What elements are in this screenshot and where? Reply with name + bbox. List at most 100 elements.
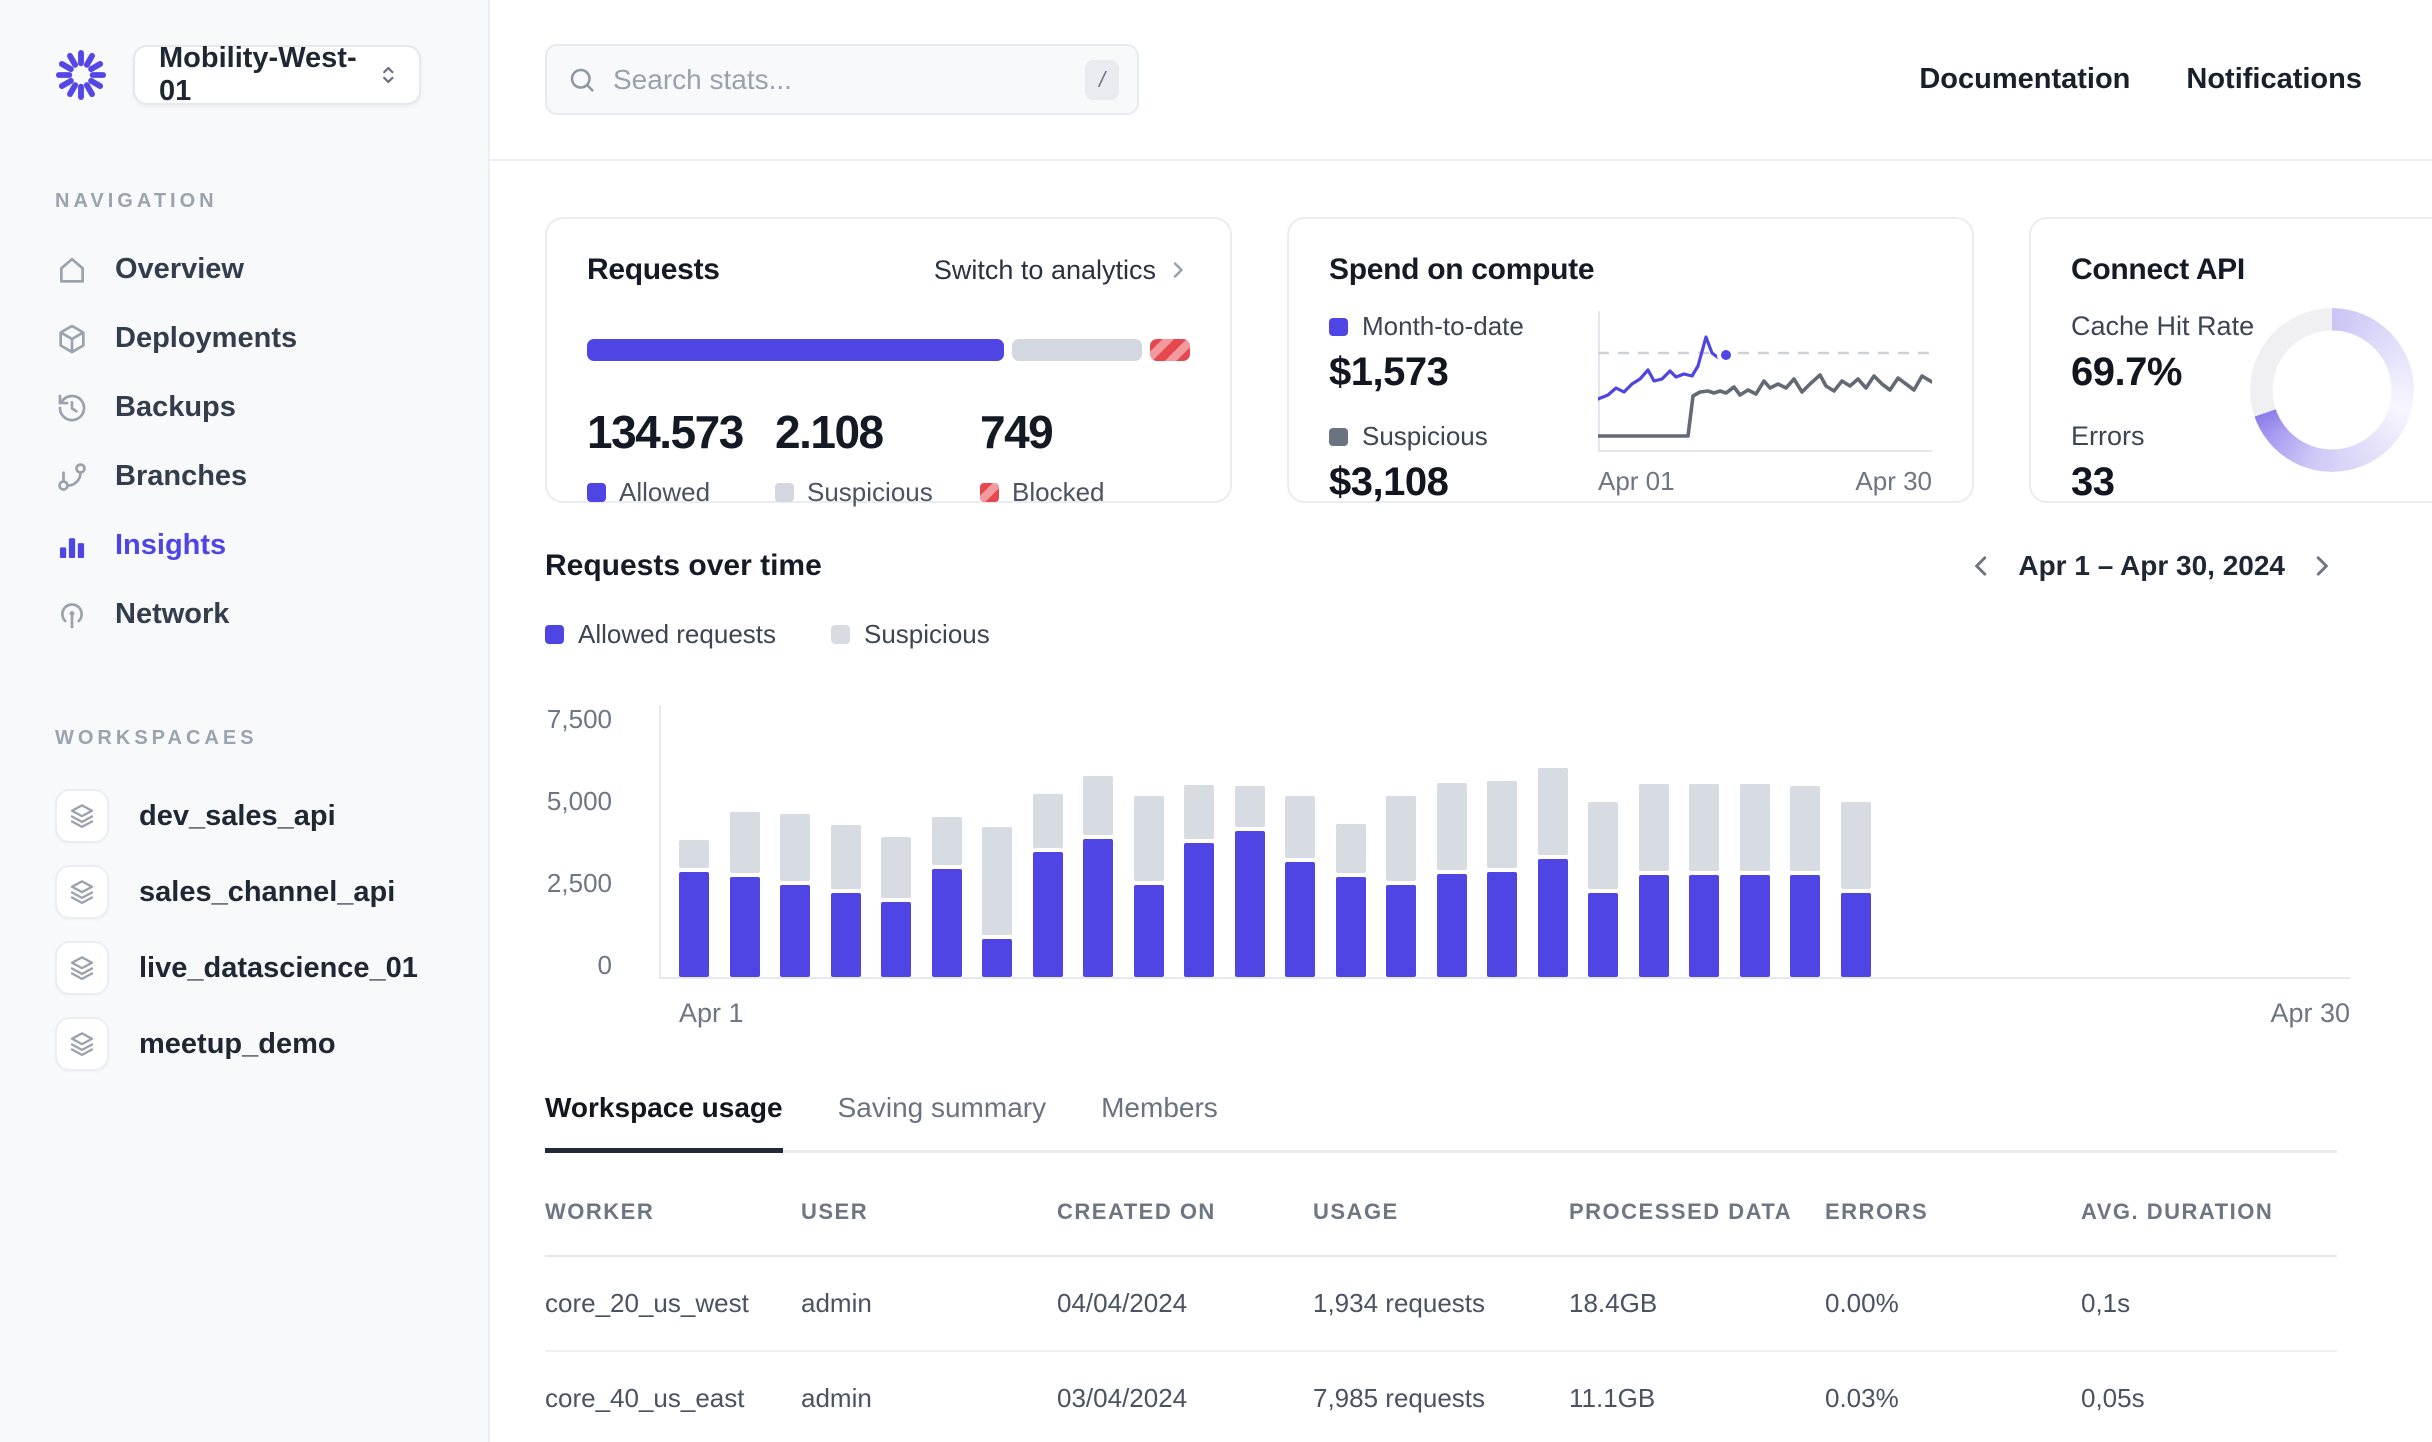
sidebar-item-insights[interactable]: Insights bbox=[55, 511, 488, 580]
bar-apr-4 bbox=[831, 825, 861, 977]
chevron-left-icon[interactable] bbox=[1966, 551, 1996, 581]
progress-segment-allowed bbox=[587, 339, 1004, 361]
layers-icon bbox=[55, 865, 109, 919]
workspace-selector[interactable]: Mobility-West-01 bbox=[133, 45, 421, 105]
bar-apr-1 bbox=[679, 840, 709, 977]
sidebar-item-deployments[interactable]: Deployments bbox=[55, 304, 488, 373]
sidebar-item-backups[interactable]: Backups bbox=[55, 373, 488, 442]
bar-apr-21 bbox=[1689, 784, 1719, 977]
search-box[interactable]: / bbox=[545, 44, 1139, 115]
table-cell: admin bbox=[801, 1288, 1057, 1319]
table-cell: 18.4GB bbox=[1569, 1288, 1825, 1319]
bar-segment-suspicious bbox=[1689, 784, 1719, 871]
bar-segment-suspicious bbox=[1487, 781, 1517, 868]
tab-members[interactable]: Members bbox=[1101, 1092, 1218, 1153]
date-range-label[interactable]: Apr 1 – Apr 30, 2024 bbox=[2018, 550, 2285, 582]
table-row[interactable]: core_20_us_westadmin04/04/20241,934 requ… bbox=[545, 1257, 2337, 1352]
bar-segment-allowed bbox=[1386, 885, 1416, 977]
table-cell: 03/04/2024 bbox=[1057, 1383, 1313, 1414]
bar-apr-19 bbox=[1588, 802, 1618, 977]
spend-x-start: Apr 01 bbox=[1598, 466, 1675, 497]
spend-x-end: Apr 30 bbox=[1855, 466, 1932, 497]
search-input[interactable] bbox=[613, 64, 1069, 96]
spend-mini-chart: Apr 01 Apr 30 bbox=[1598, 303, 1932, 531]
spend-metric-value: $1,573 bbox=[1329, 350, 1524, 395]
spend-card-title: Spend on compute bbox=[1329, 253, 1932, 287]
progress-segment-blocked bbox=[1150, 339, 1190, 361]
topbar-links: Documentation Notifications bbox=[1919, 63, 2362, 96]
bar-segment-suspicious bbox=[1437, 783, 1467, 870]
table-cell: 0,05s bbox=[2081, 1383, 2337, 1414]
y-axis-tick-label: 5,000 bbox=[545, 786, 612, 816]
documentation-link[interactable]: Documentation bbox=[1919, 63, 2130, 96]
bar-segment-allowed bbox=[831, 893, 861, 977]
bar-apr-16 bbox=[1437, 783, 1467, 977]
workspace-item-meetup_demo[interactable]: meetup_demo bbox=[55, 1006, 488, 1082]
table-header-row: WORKERUSERCREATED ONUSAGEPROCESSED DATAE… bbox=[545, 1153, 2337, 1257]
y-axis-tick-label: 0 bbox=[545, 950, 612, 980]
bar-segment-suspicious bbox=[1538, 768, 1568, 855]
sidebar: Mobility-West-01 NAVIGATION OverviewDepl… bbox=[0, 0, 490, 1442]
workspace-item-sales_channel_api[interactable]: sales_channel_api bbox=[55, 854, 488, 930]
stat-blocked: 749Blocked bbox=[980, 405, 1105, 508]
column-header: AVG. DURATION bbox=[2081, 1199, 2337, 1225]
layers-icon bbox=[55, 789, 109, 843]
sidebar-item-label: Backups bbox=[115, 391, 236, 424]
requests-progress-bar bbox=[587, 339, 1190, 361]
x-axis-label-start: Apr 1 bbox=[679, 998, 744, 1029]
workspace-item-live_datascience_01[interactable]: live_datascience_01 bbox=[55, 930, 488, 1006]
sidebar-item-branches[interactable]: Branches bbox=[55, 442, 488, 511]
bar-apr-9 bbox=[1083, 776, 1113, 977]
column-header: USER bbox=[801, 1199, 1057, 1225]
workspace-item-dev_sales_api[interactable]: dev_sales_api bbox=[55, 778, 488, 854]
connect-api-title: Connect API bbox=[2071, 253, 2432, 287]
legend-item-allowed-requests: Allowed requests bbox=[545, 619, 776, 650]
bar-segment-suspicious bbox=[932, 817, 962, 865]
chevron-right-icon[interactable] bbox=[2307, 551, 2337, 581]
column-header: WORKER bbox=[545, 1199, 801, 1225]
notifications-link[interactable]: Notifications bbox=[2186, 63, 2362, 96]
nav-section-label: NAVIGATION bbox=[55, 190, 488, 213]
sidebar-item-network[interactable]: Network bbox=[55, 580, 488, 649]
tab-saving-summary[interactable]: Saving summary bbox=[838, 1092, 1047, 1153]
search-icon bbox=[567, 65, 597, 95]
spend-card: Spend on compute Month-to-date $1,573 Su… bbox=[1287, 217, 1974, 503]
table-cell: 04/04/2024 bbox=[1057, 1288, 1313, 1319]
topbar: / Documentation Notifications bbox=[490, 0, 2432, 161]
bar-segment-allowed bbox=[730, 877, 760, 977]
table-cell: core_20_us_west bbox=[545, 1288, 801, 1319]
app-root: Mobility-West-01 NAVIGATION OverviewDepl… bbox=[0, 0, 2432, 1442]
table-row[interactable]: core_40_us_eastadmin03/04/20247,985 requ… bbox=[545, 1352, 2337, 1442]
stat-label: Allowed bbox=[619, 477, 710, 508]
sidebar-item-overview[interactable]: Overview bbox=[55, 235, 488, 304]
spend-line-chart bbox=[1598, 303, 1932, 453]
stat-label: Suspicious bbox=[807, 477, 933, 508]
bar-apr-20 bbox=[1639, 784, 1669, 977]
legend-swatch bbox=[1329, 318, 1348, 336]
bar-apr-18 bbox=[1538, 768, 1568, 977]
switch-to-analytics-link[interactable]: Switch to analytics bbox=[934, 255, 1190, 286]
bar-segment-allowed bbox=[679, 872, 709, 977]
bar-segment-allowed bbox=[1083, 839, 1113, 977]
bar-segment-allowed bbox=[780, 885, 810, 977]
tab-workspace-usage[interactable]: Workspace usage bbox=[545, 1092, 783, 1153]
legend-swatch bbox=[831, 625, 850, 644]
bar-segment-suspicious bbox=[881, 837, 911, 898]
stat-value: 2.108 bbox=[775, 405, 980, 459]
bar-segment-allowed bbox=[1437, 874, 1467, 977]
requests-card-title: Requests bbox=[587, 253, 720, 287]
sidebar-item-label: Insights bbox=[115, 529, 226, 562]
bar-segment-suspicious bbox=[1639, 784, 1669, 871]
column-header: CREATED ON bbox=[1057, 1199, 1313, 1225]
bar-segment-suspicious bbox=[1841, 802, 1871, 889]
spend-metric-label: Month-to-date bbox=[1329, 311, 1524, 342]
table-body: core_20_us_westadmin04/04/20241,934 requ… bbox=[545, 1257, 2337, 1442]
bar-segment-allowed bbox=[1841, 893, 1871, 977]
package-icon bbox=[55, 321, 91, 357]
requests-over-time-title: Requests over time bbox=[545, 549, 822, 583]
bar-segment-allowed bbox=[1487, 872, 1517, 977]
date-range-picker: Apr 1 – Apr 30, 2024 bbox=[1966, 550, 2337, 582]
sidebar-item-label: Network bbox=[115, 598, 229, 631]
table-cell: 0.00% bbox=[1825, 1288, 2081, 1319]
column-header: ERRORS bbox=[1825, 1199, 2081, 1225]
